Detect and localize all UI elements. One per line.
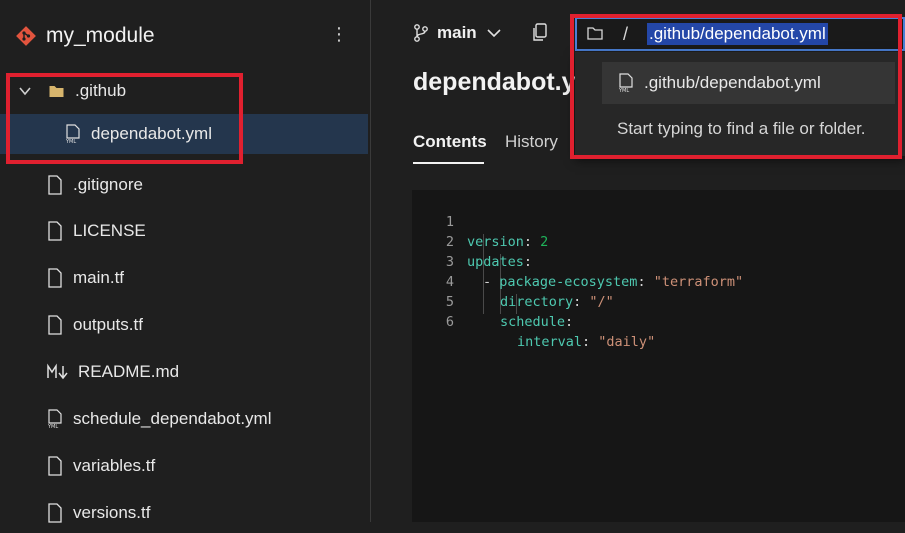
more-options-icon[interactable]: ⋮ bbox=[330, 24, 348, 45]
code-viewer: 1 version: 2 2 updates: 3 - package-ecos… bbox=[412, 190, 905, 522]
branch-name: main bbox=[437, 23, 477, 42]
code-line: 3 - package-ecosystem: "terraform" bbox=[412, 232, 905, 290]
repo-name[interactable]: my_module bbox=[46, 24, 155, 48]
tree-item-label: outputs.tf bbox=[73, 315, 143, 334]
chevron-down-icon bbox=[487, 29, 501, 38]
tree-item-label: README.md bbox=[78, 362, 180, 381]
yaml-key: schedule bbox=[500, 314, 566, 330]
branch-icon bbox=[414, 24, 428, 42]
tree-item-label: LICENSE bbox=[73, 221, 146, 240]
file-icon bbox=[48, 503, 62, 523]
tree-file-license[interactable]: LICENSE bbox=[0, 211, 368, 251]
yml-file-icon: YML bbox=[47, 409, 62, 429]
tab-history[interactable]: History bbox=[505, 132, 558, 152]
code-line: 6 interval: "daily" bbox=[412, 292, 905, 350]
tree-file-readme[interactable]: README.md bbox=[0, 352, 368, 392]
chevron-down-icon bbox=[19, 87, 31, 96]
tab-contents[interactable]: Contents bbox=[413, 132, 487, 152]
tree-file-outputs-tf[interactable]: outputs.tf bbox=[0, 305, 368, 345]
tree-folder-github[interactable]: .github bbox=[0, 71, 368, 111]
tree-file-schedule-dependabot[interactable]: YML schedule_dependabot.yml bbox=[0, 399, 368, 439]
tree-file-main-tf[interactable]: main.tf bbox=[0, 258, 368, 298]
tree-file-versions-tf[interactable]: versions.tf bbox=[0, 493, 368, 533]
suggestion-hint: Start typing to find a file or folder. bbox=[617, 119, 866, 138]
tree-item-label: versions.tf bbox=[73, 503, 151, 522]
suggestion-item[interactable]: YML .github/dependabot.yml bbox=[602, 62, 895, 104]
file-icon bbox=[48, 221, 62, 241]
yaml-sep: : bbox=[565, 314, 574, 330]
yml-file-icon: YML bbox=[618, 73, 633, 93]
tree-item-label: schedule_dependabot.yml bbox=[73, 409, 272, 428]
file-icon bbox=[48, 456, 62, 476]
tree-item-label: main.tf bbox=[73, 268, 125, 287]
path-search-box[interactable]: / .github/dependabot.yml bbox=[575, 17, 905, 51]
tree-item-label: .gitignore bbox=[73, 175, 143, 194]
file-icon bbox=[48, 315, 62, 335]
line-number: 6 bbox=[445, 314, 454, 330]
active-tab-indicator bbox=[413, 162, 484, 164]
copy-icon[interactable] bbox=[531, 22, 549, 42]
svg-text:YML: YML bbox=[618, 88, 629, 93]
code-line: 5 schedule: bbox=[412, 272, 905, 330]
path-suggestions-dropdown: YML .github/dependabot.yml Start typing … bbox=[575, 52, 905, 156]
svg-text:YML: YML bbox=[65, 139, 76, 144]
tree-item-label: .github bbox=[75, 81, 127, 100]
code-line: 2 updates: bbox=[412, 212, 905, 270]
path-separator: / bbox=[623, 24, 629, 44]
tree-file-dependabot[interactable]: YML dependabot.yml bbox=[0, 114, 368, 154]
repo-header: my_module ⋮ bbox=[0, 18, 370, 54]
path-input[interactable]: .github/dependabot.yml bbox=[647, 23, 828, 45]
folder-outline-icon bbox=[587, 27, 603, 40]
yaml-key: interval bbox=[517, 334, 583, 350]
file-icon bbox=[48, 268, 62, 288]
yml-file-icon: YML bbox=[65, 124, 80, 144]
yaml-string: "daily" bbox=[598, 334, 656, 350]
suggestion-label: .github/dependabot.yml bbox=[644, 73, 821, 92]
markdown-icon bbox=[47, 363, 68, 380]
file-icon bbox=[48, 175, 62, 195]
yaml-sep: : bbox=[582, 334, 599, 350]
tree-item-label: variables.tf bbox=[73, 456, 156, 475]
folder-icon bbox=[49, 86, 64, 97]
tree-file-gitignore[interactable]: .gitignore bbox=[0, 165, 368, 205]
code-line: 4 directory: "/" bbox=[412, 252, 905, 310]
tree-file-variables-tf[interactable]: variables.tf bbox=[0, 446, 368, 486]
branch-selector[interactable]: main bbox=[413, 20, 501, 46]
file-explorer-sidebar: my_module ⋮ .github YML dependabot.yml .… bbox=[0, 0, 371, 523]
code-line: 1 version: 2 bbox=[412, 192, 905, 250]
svg-text:YML: YML bbox=[47, 424, 58, 429]
git-logo-icon bbox=[16, 26, 36, 46]
tree-item-label: dependabot.yml bbox=[91, 124, 212, 143]
